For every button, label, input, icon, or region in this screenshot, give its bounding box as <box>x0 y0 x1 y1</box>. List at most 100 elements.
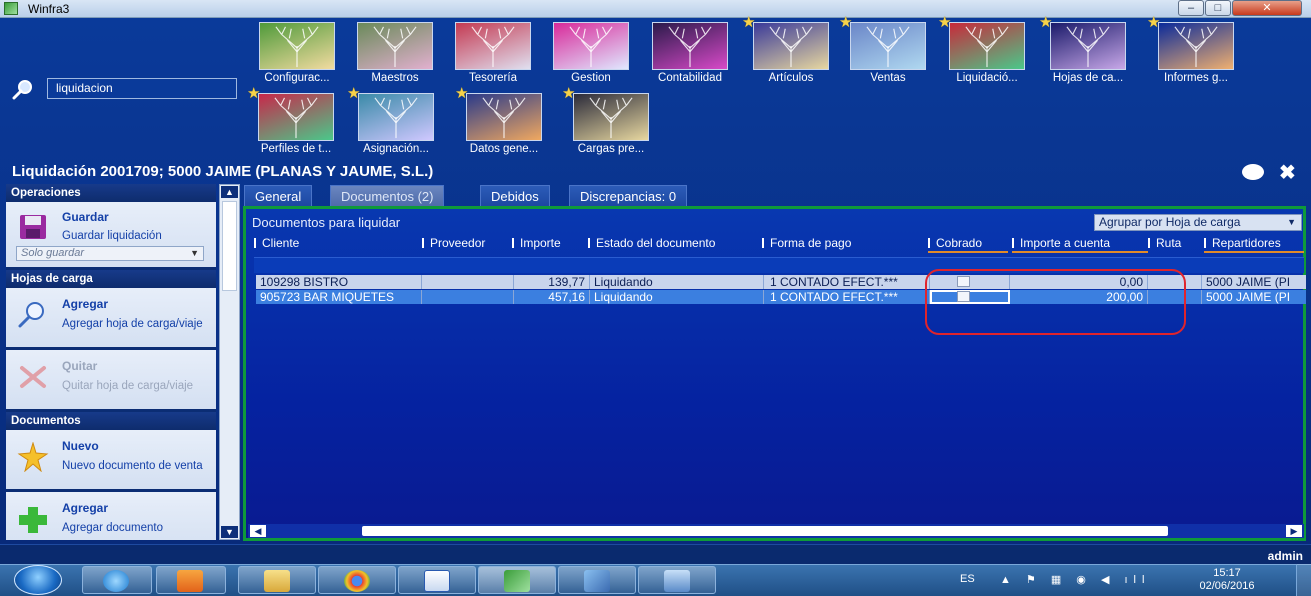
group-by-select[interactable]: Agrupar por Hoja de carga ▼ <box>1094 214 1302 231</box>
module-tree-icon: ★ <box>347 86 434 141</box>
add-document-action[interactable]: Agregar Agregar documento <box>6 492 216 540</box>
column-header-estado[interactable]: Estado del documento <box>588 235 762 253</box>
save-action[interactable]: Guardar Guardar liquidación Solo guardar… <box>6 202 216 268</box>
tab-discrepancias[interactable]: Discrepancias: 0 <box>569 185 688 207</box>
new-document-title: Nuevo <box>62 439 99 453</box>
module-label: Cargas pre... <box>577 143 645 155</box>
clock-time[interactable]: 15:17 <box>1205 567 1249 579</box>
module-label: Datos gene... <box>469 143 539 155</box>
favorite-star-icon: ★ <box>562 85 576 102</box>
taskbar-chrome[interactable] <box>318 566 396 594</box>
tab-documentos[interactable]: Documentos (2) <box>330 185 445 207</box>
module-tree-icon: ★ <box>247 86 334 141</box>
window-icon <box>664 570 690 592</box>
remove-load-sheet-title: Quitar <box>62 359 98 373</box>
favorite-star-icon: ★ <box>1147 14 1161 31</box>
start-button[interactable] <box>14 565 62 595</box>
taskbar-winfra[interactable] <box>478 566 556 594</box>
cell-repartidores: 5000 JAIME (PI <box>1206 290 1291 304</box>
column-header-repartidores[interactable]: Repartidores <box>1204 235 1304 253</box>
module-tile[interactable]: ★ Hojas de ca... <box>1038 15 1138 84</box>
module-label: Perfiles de t... <box>260 143 332 155</box>
tab-general[interactable]: General <box>244 185 313 207</box>
chrome-icon <box>344 570 370 592</box>
internet-explorer-icon <box>103 570 129 592</box>
scrollbar-thumb[interactable] <box>362 526 1168 536</box>
scroll-left-arrow-icon[interactable]: ◀ <box>250 525 266 537</box>
column-header-cliente[interactable]: Cliente <box>254 235 422 253</box>
maximize-button[interactable]: □ <box>1205 0 1231 16</box>
section-header-hojas: Hojas de carga <box>6 270 216 288</box>
module-tile[interactable]: ★ Liquidació... <box>937 15 1037 84</box>
add-load-sheet-description: Agregar hoja de carga/viaje <box>62 318 203 330</box>
favorite-star-icon: ★ <box>742 14 756 31</box>
scroll-up-arrow-icon[interactable]: ▲ <box>221 186 238 198</box>
column-header-importe-cuenta[interactable]: Importe a cuenta <box>1012 235 1148 253</box>
module-tree-icon <box>455 22 531 70</box>
word-icon <box>424 570 450 592</box>
save-mode-value: Solo guardar <box>21 247 84 259</box>
column-header-proveedor[interactable]: Proveedor <box>422 235 512 253</box>
tab-debidos[interactable]: Debidos <box>480 185 550 207</box>
close-page-icon[interactable]: ✖ <box>1279 160 1296 185</box>
column-header-ruta[interactable]: Ruta <box>1148 235 1202 253</box>
save-description: Guardar liquidación <box>62 230 162 242</box>
module-tile[interactable]: ★ Cargas pre... <box>561 86 661 155</box>
close-button[interactable]: ✕ <box>1232 0 1302 16</box>
module-label: Hojas de ca... <box>1052 72 1124 84</box>
add-load-sheet-action[interactable]: Agregar Agregar hoja de carga/viaje <box>6 288 216 348</box>
system-tray-icons[interactable]: ▲ ⚑ ▦ ◉ ◀ ıll <box>1000 573 1150 586</box>
module-tile[interactable]: ★ Perfiles de t... <box>246 86 346 155</box>
annotation-highlight <box>925 269 1186 335</box>
cell-proveedor <box>422 290 514 304</box>
module-tile[interactable]: Maestros <box>345 22 445 84</box>
cell-forma-pago: 1 CONTADO EFECT.*** <box>764 275 930 289</box>
taskbar-explorer[interactable] <box>238 566 316 594</box>
scroll-right-arrow-icon[interactable]: ▶ <box>1286 525 1302 537</box>
module-tree-icon <box>357 22 433 70</box>
module-tile[interactable]: ★ Informes g... <box>1146 15 1246 84</box>
remove-load-sheet-action[interactable]: Quitar Quitar hoja de carga/viaje <box>6 350 216 410</box>
module-tree-icon <box>259 22 335 70</box>
add-load-sheet-title: Agregar <box>62 297 109 311</box>
module-tile[interactable]: ★ Artículos <box>741 15 841 84</box>
module-tree-icon: ★ <box>742 15 829 70</box>
taskbar-ie[interactable] <box>82 566 152 594</box>
column-header-forma-pago[interactable]: Forma de pago <box>762 235 924 253</box>
remove-load-sheet-description: Quitar hoja de carga/viaje <box>62 380 194 392</box>
chevron-down-icon: ▼ <box>190 248 199 258</box>
taskbar-media[interactable] <box>156 566 226 594</box>
module-tile[interactable]: Contabilidad <box>640 22 740 84</box>
add-document-description: Agregar documento <box>62 522 164 534</box>
scrollbar-thumb[interactable] <box>222 201 237 291</box>
taskbar-app2[interactable] <box>638 566 716 594</box>
taskbar-app[interactable] <box>558 566 636 594</box>
cell-importe: 457,16 <box>514 290 590 304</box>
module-tile[interactable]: ★ Asignación... <box>346 86 446 155</box>
module-tile[interactable]: Tesorería <box>443 22 543 84</box>
floppy-disk-icon <box>20 215 46 239</box>
clock-date[interactable]: 02/06/2016 <box>1190 580 1264 592</box>
module-tile[interactable]: Configurac... <box>247 22 347 84</box>
module-tile[interactable]: ★ Ventas <box>838 15 938 84</box>
taskbar-word[interactable] <box>398 566 476 594</box>
status-bar: admin <box>0 544 1311 564</box>
module-label: Gestion <box>571 72 611 84</box>
scroll-down-arrow-icon[interactable]: ▼ <box>221 526 238 538</box>
module-tile[interactable]: ★ Datos gene... <box>454 86 554 155</box>
options-circle-button[interactable] <box>1242 164 1264 180</box>
minimize-button[interactable]: – <box>1178 0 1204 16</box>
column-header-cobrado[interactable]: Cobrado <box>928 235 1008 253</box>
remove-x-icon <box>20 366 46 388</box>
search-icon[interactable] <box>12 79 34 101</box>
horizontal-scrollbar[interactable]: ◀ ▶ <box>248 524 1304 538</box>
column-header-importe[interactable]: Importe <box>512 235 588 253</box>
show-desktop-button[interactable] <box>1296 564 1311 596</box>
new-document-action[interactable]: Nuevo Nuevo documento de venta <box>6 430 216 490</box>
language-indicator[interactable]: ES <box>960 573 975 585</box>
add-document-title: Agregar <box>62 501 109 515</box>
sidebar-scrollbar[interactable]: ▲ ▼ <box>219 184 240 540</box>
search-input[interactable]: liquidacion <box>47 78 237 99</box>
save-mode-select[interactable]: Solo guardar ▼ <box>16 246 204 261</box>
module-tile[interactable]: Gestion <box>541 22 641 84</box>
